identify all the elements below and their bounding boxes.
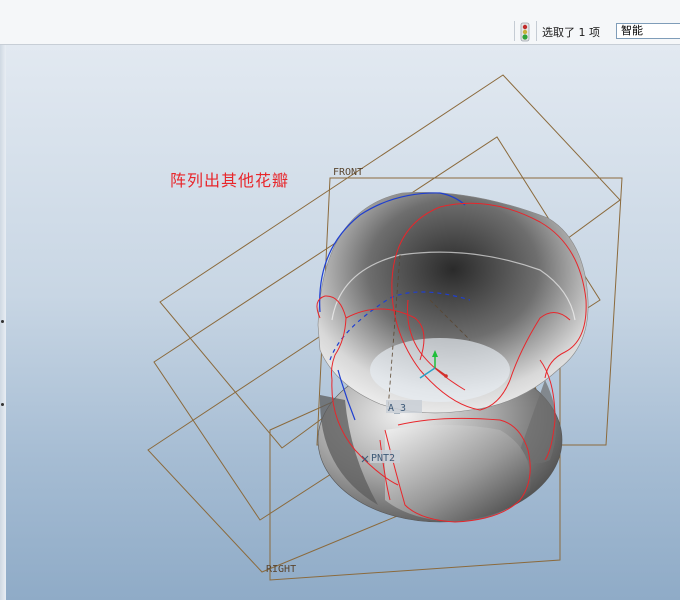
selection-filter-select[interactable]: 智能 [616,23,680,39]
sash-grip-icon [1,403,4,406]
axis-a3-label[interactable]: A_3 [388,403,406,414]
model-scene[interactable]: FRONT RIGHT A_3 PNT2 [0,45,680,600]
status-divider [514,21,515,41]
traffic-light-icon[interactable] [519,22,531,42]
selection-count-text: 选取了 1 项 [542,26,600,39]
annotation-text: 阵列出其他花瓣 [170,171,290,190]
sash-grip-icon [1,320,4,323]
status-bar: 选取了 1 项 智能 [0,0,680,45]
status-divider [536,21,537,41]
graphics-viewport[interactable]: FRONT RIGHT A_3 PNT2 阵列出其他花瓣 [0,45,680,600]
datum-plane-front-label[interactable]: FRONT [333,167,363,178]
datum-plane-right-label[interactable]: RIGHT [266,564,296,575]
datum-point-label[interactable]: PNT2 [371,453,395,464]
left-panel-edge[interactable] [0,45,6,600]
petal-surface[interactable] [385,425,531,522]
selection-filter-value: 智能 [621,24,643,37]
